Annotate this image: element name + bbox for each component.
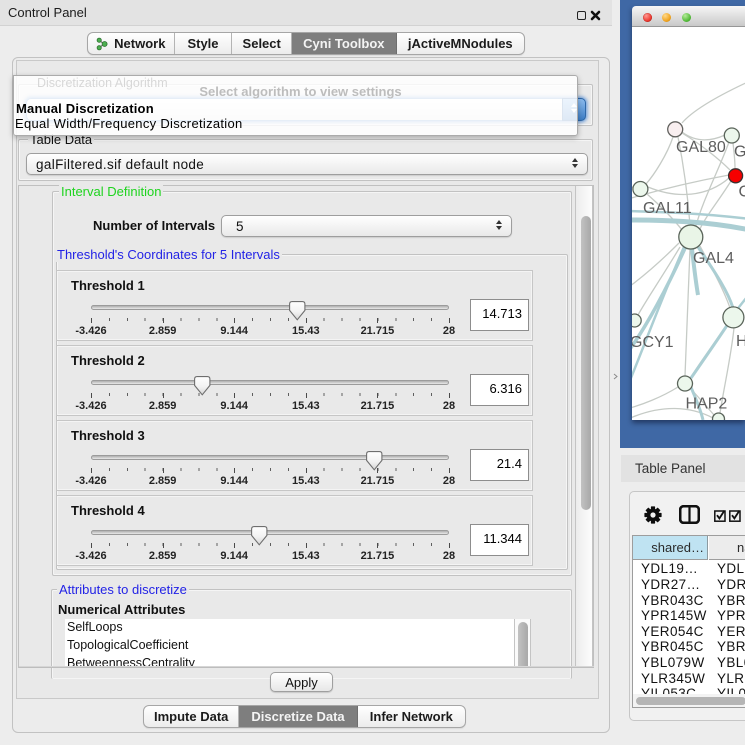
svg-text:GA: GA — [734, 144, 745, 161]
svg-text:C: C — [739, 184, 745, 201]
svg-text:GAL80: GAL80 — [676, 139, 726, 156]
svg-text:GAL11: GAL11 — [643, 200, 692, 217]
svg-text:H: H — [736, 333, 745, 350]
svg-text:HAP2: HAP2 — [686, 396, 728, 413]
svg-text:GAL4: GAL4 — [693, 250, 734, 267]
svg-text:GCY1: GCY1 — [632, 334, 674, 351]
